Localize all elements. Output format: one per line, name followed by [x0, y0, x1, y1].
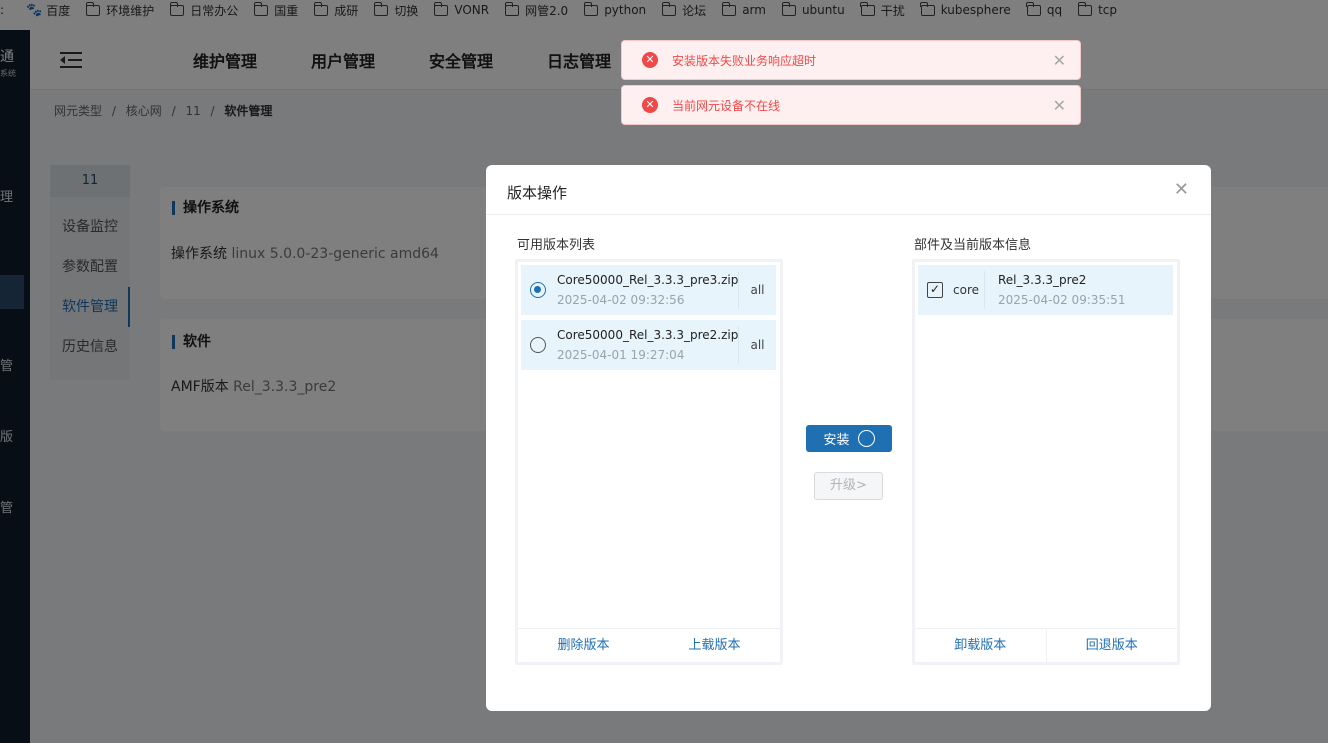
close-icon[interactable]: ✕: [1053, 96, 1066, 115]
version-tag: all: [738, 271, 776, 309]
install-button[interactable]: 安装: [806, 425, 892, 452]
version-date: 2025-04-02 09:32:56: [557, 293, 685, 307]
component-info-label: 部件及当前版本信息: [914, 238, 1032, 253]
error-icon: ✕: [642, 52, 658, 68]
version-radio[interactable]: [530, 282, 546, 298]
version-item[interactable]: Core50000_Rel_3.3.3_pre3.zip 2025-04-02 …: [521, 265, 776, 315]
dialog-close-icon[interactable]: ✕: [1174, 179, 1189, 200]
close-icon[interactable]: ✕: [1053, 51, 1066, 70]
component-date: 2025-04-02 09:35:51: [998, 293, 1126, 307]
version-radio[interactable]: [530, 337, 546, 353]
version-name: Core50000_Rel_3.3.3_pre2.zip: [557, 328, 739, 342]
rollback-version-button[interactable]: 回退版本: [1047, 629, 1178, 662]
component-version: Rel_3.3.3_pre2: [998, 273, 1087, 287]
available-versions-label: 可用版本列表: [517, 238, 596, 253]
error-icon: ✕: [642, 97, 658, 113]
component-item[interactable]: ✓ core Rel_3.3.3_pre2 2025-04-02 09:35:5…: [918, 265, 1173, 315]
version-tag: all: [738, 326, 776, 364]
component-name: core: [953, 283, 979, 297]
error-toast-message: 当前网元设备不在线: [672, 98, 781, 113]
uninstall-version-button[interactable]: 卸载版本: [915, 629, 1047, 662]
upgrade-button[interactable]: 升级>: [814, 472, 883, 500]
version-item[interactable]: Core50000_Rel_3.3.3_pre2.zip 2025-04-01 …: [521, 320, 776, 370]
error-toast: ✕ 安装版本失败业务响应超时 ✕: [621, 40, 1081, 80]
available-versions-footer: 删除版本 上载版本: [518, 628, 780, 662]
version-date: 2025-04-01 19:27:04: [557, 348, 685, 362]
version-name: Core50000_Rel_3.3.3_pre3.zip: [557, 273, 739, 287]
dialog-divider: [486, 214, 1211, 215]
loading-spinner-icon: [857, 430, 875, 447]
available-versions-list: Core50000_Rel_3.3.3_pre3.zip 2025-04-02 …: [515, 259, 783, 665]
component-divider: [984, 271, 985, 309]
error-toast: ✕ 当前网元设备不在线 ✕: [621, 85, 1081, 125]
component-list: ✓ core Rel_3.3.3_pre2 2025-04-02 09:35:5…: [912, 259, 1180, 665]
error-toast-message: 安装版本失败业务响应超时: [672, 53, 817, 68]
component-checkbox[interactable]: ✓: [927, 282, 943, 298]
component-list-footer: 卸载版本 回退版本: [915, 628, 1177, 662]
delete-version-button[interactable]: 删除版本: [518, 629, 649, 662]
install-button-label: 安装: [823, 433, 850, 448]
dialog-title: 版本操作: [507, 184, 568, 202]
upload-version-button[interactable]: 上载版本: [649, 629, 780, 662]
version-dialog: 版本操作 ✕ 可用版本列表 部件及当前版本信息 Core50000_Rel_3.…: [486, 165, 1211, 711]
